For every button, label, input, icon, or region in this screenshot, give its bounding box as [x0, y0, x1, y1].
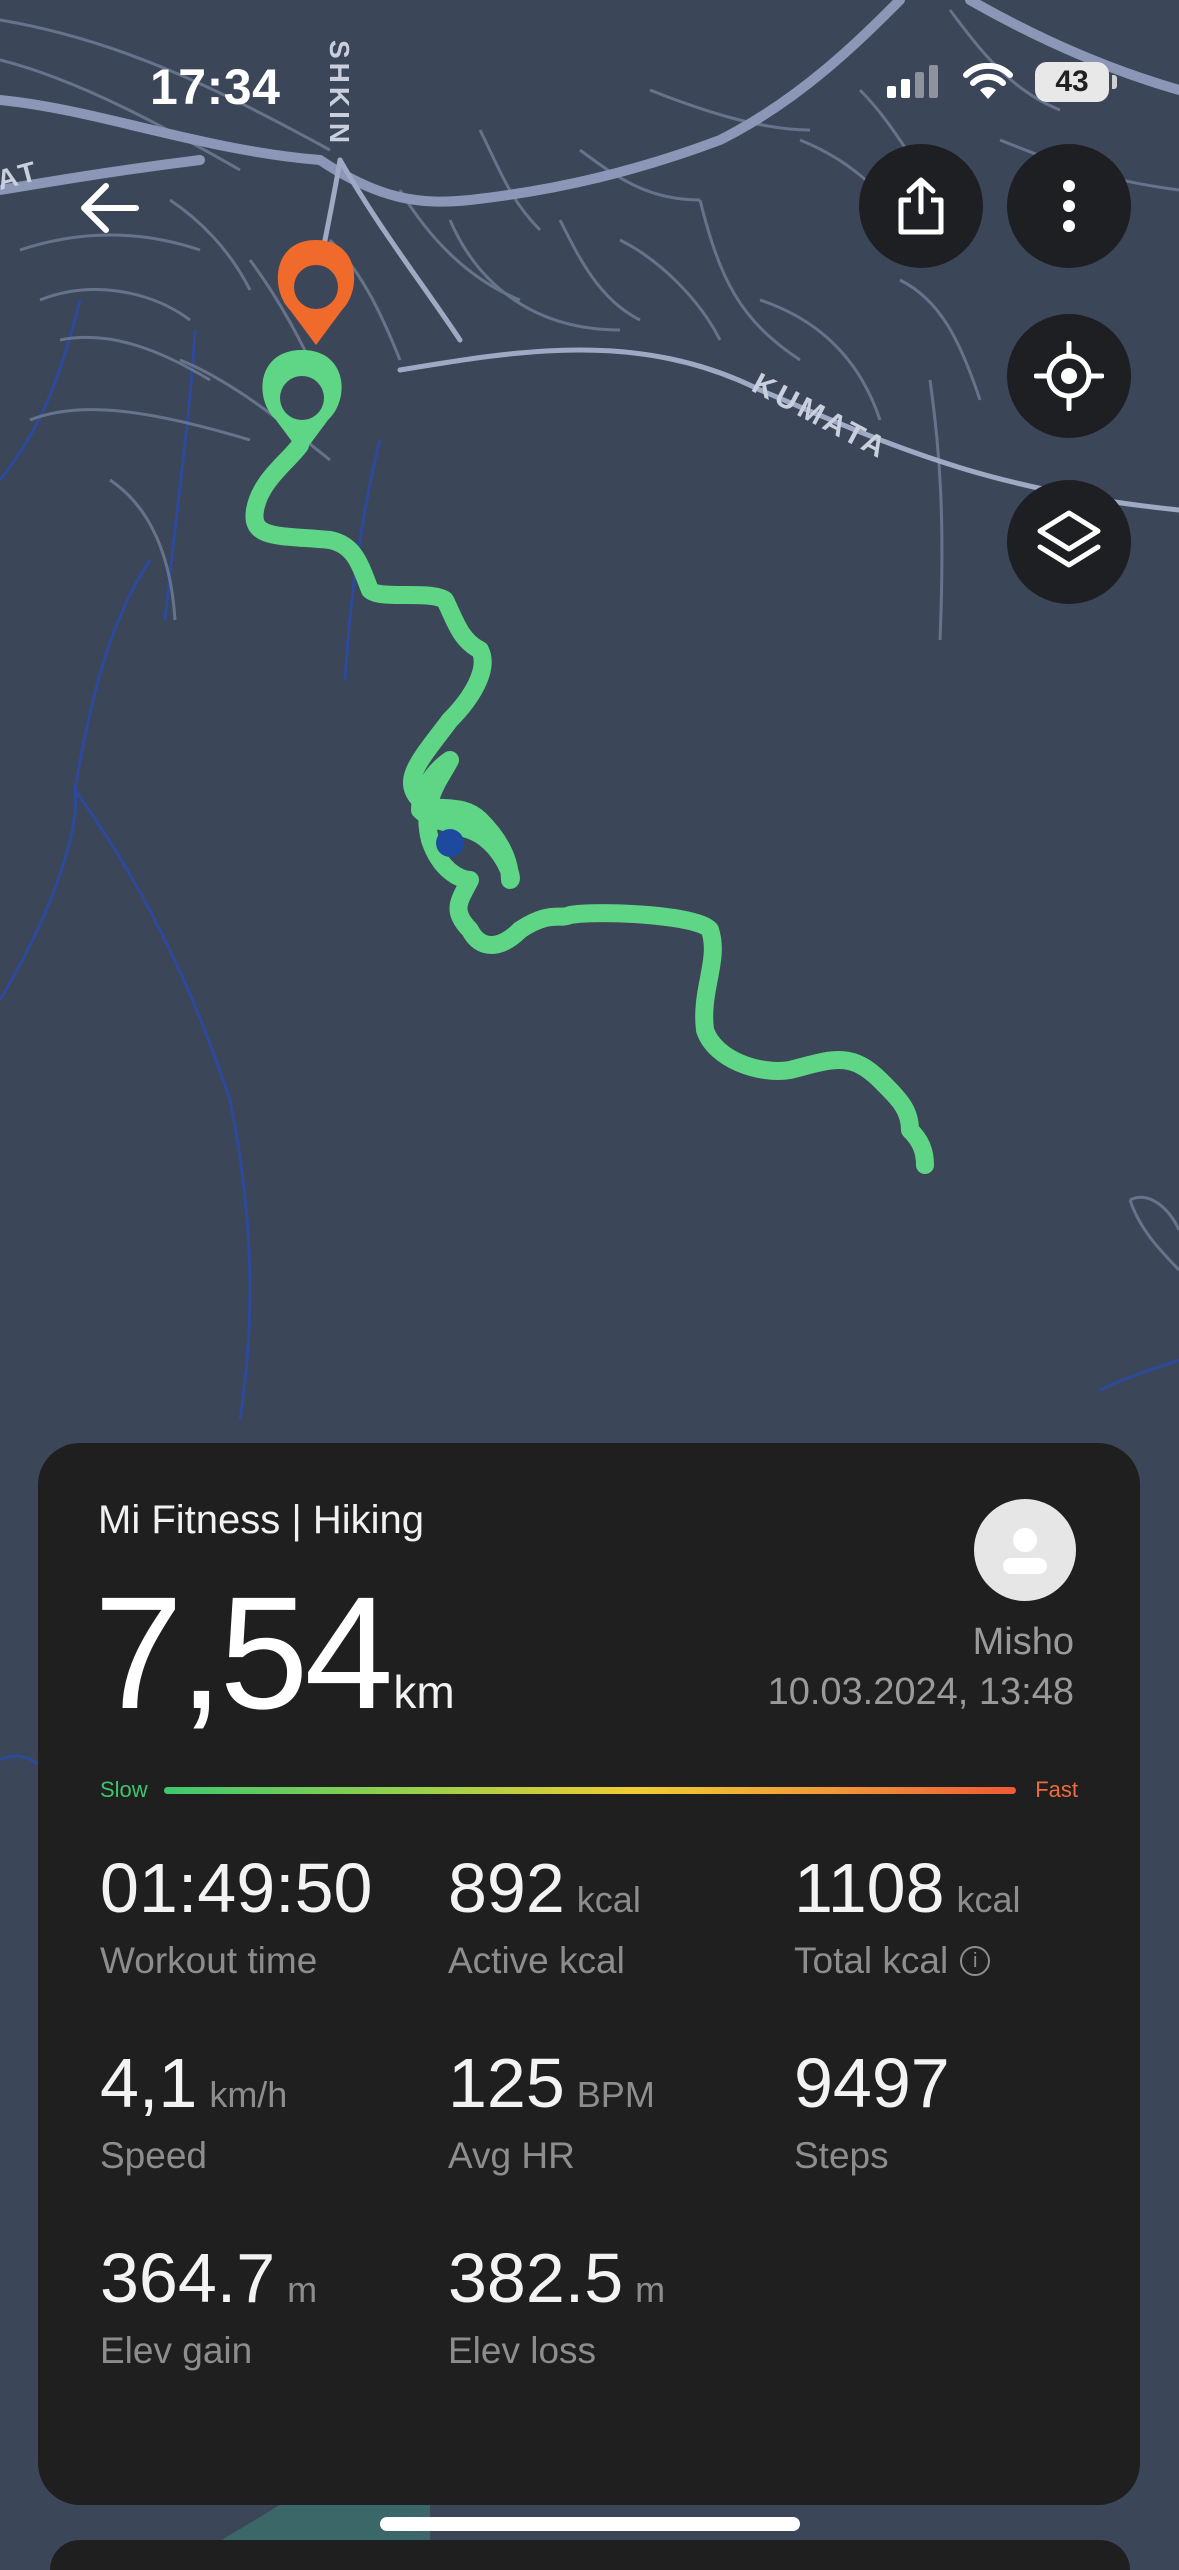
stat-unit: km/h — [209, 2074, 288, 2115]
back-button[interactable] — [78, 180, 142, 236]
pace-gradient-bar — [164, 1786, 1016, 1794]
stat-active-kcal: 892 kcal Active kcal — [448, 1848, 778, 1982]
workout-title: Mi Fitness | Hiking — [98, 1498, 425, 1542]
pace-slow-label: Slow — [100, 1777, 148, 1802]
stat-label: Avg HR — [448, 2135, 575, 2176]
share-button[interactable] — [859, 144, 983, 268]
wifi-icon — [963, 63, 1013, 99]
more-vertical-icon — [1063, 180, 1075, 232]
stat-value: 364.7 — [100, 2239, 276, 2317]
stat-unit: BPM — [576, 2074, 655, 2115]
locate-icon — [1034, 341, 1104, 411]
stat-value: 892 — [448, 1849, 565, 1927]
pace-scale: Slow Fast — [100, 1775, 1078, 1805]
stat-label: Elev gain — [100, 2330, 253, 2371]
stat-value: 4,1 — [100, 2044, 198, 2122]
arrow-left-icon — [81, 183, 139, 233]
stat-value: 382.5 — [448, 2239, 624, 2317]
share-icon — [898, 177, 944, 235]
map-layers-button[interactable] — [1007, 480, 1131, 604]
workout-datetime: 10.03.2024, 13:48 — [767, 1671, 1074, 1713]
layers-icon — [1037, 510, 1101, 568]
pace-fast-label: Fast — [1035, 1777, 1078, 1802]
status-indicators: 43 — [885, 62, 1117, 102]
user-name: Misho — [972, 1621, 1074, 1663]
stat-unit: kcal — [956, 1879, 1021, 1920]
distance-unit: km — [393, 1666, 455, 1718]
stat-total-kcal: 1108 kcal Total kcal i — [794, 1848, 1124, 1982]
stat-avg-hr: 125 BPM Avg HR — [448, 2043, 778, 2177]
info-icon[interactable]: i — [960, 1946, 991, 1976]
bottom-sheet-peek[interactable] — [50, 2540, 1130, 2570]
user-icon — [1003, 1528, 1047, 1574]
stat-steps: 9497 Steps — [794, 2043, 1124, 2177]
stat-label: Speed — [100, 2135, 207, 2176]
distance-value: 7,54 — [94, 1563, 393, 1742]
stat-elev-loss: 382.5 m Elev loss — [448, 2238, 778, 2372]
stat-value: 125 — [448, 2044, 565, 2122]
home-indicator[interactable] — [380, 2517, 800, 2531]
stat-unit: m — [635, 2269, 666, 2310]
stat-value: 1108 — [794, 1849, 945, 1927]
street-label: SHKIN — [324, 40, 355, 147]
stat-workout-time: 01:49:50 Workout time — [100, 1848, 430, 1982]
stat-speed: 4,1 km/h Speed — [100, 2043, 430, 2177]
stat-value: 9497 — [794, 2044, 950, 2122]
stat-elev-gain: 364.7 m Elev gain — [100, 2238, 430, 2372]
stat-label: Active kcal — [448, 1940, 625, 1981]
more-options-button[interactable] — [1007, 144, 1131, 268]
avatar[interactable] — [974, 1499, 1076, 1601]
stat-label: Steps — [794, 2135, 889, 2176]
stat-value: 01:49:50 — [100, 1849, 373, 1927]
stat-unit: m — [287, 2269, 318, 2310]
workout-summary-card: Mi Fitness | Hiking 7,54 km Misho 10.03.… — [38, 1443, 1140, 2505]
status-time: 17:34 — [150, 59, 281, 115]
cellular-signal-icon — [887, 65, 938, 98]
stat-label: Elev loss — [448, 2330, 597, 2371]
stat-unit: kcal — [576, 1879, 641, 1920]
stat-label: Workout time — [100, 1940, 318, 1981]
locate-button[interactable] — [1007, 314, 1131, 438]
battery-indicator: 43 — [1035, 62, 1117, 102]
stat-label: Total kcal — [794, 1940, 949, 1981]
distance-display: 7,54 km — [94, 1573, 455, 1733]
